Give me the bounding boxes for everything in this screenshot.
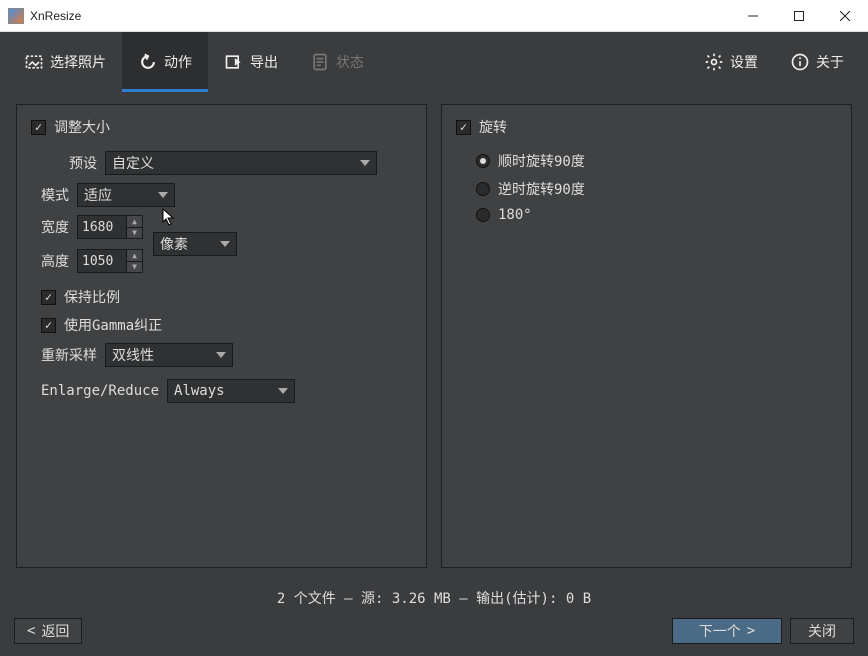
tab-label: 状态	[336, 52, 364, 72]
resize-title: 调整大小	[54, 117, 110, 137]
spin-down-icon[interactable]: ▼	[127, 228, 142, 239]
tab-label: 关于	[816, 52, 844, 72]
preset-label: 预设	[69, 153, 97, 173]
resize-checkbox[interactable]	[31, 120, 46, 135]
app-body: 选择照片 动作 导出 状态 设置 关于 调整大小	[0, 32, 868, 656]
gamma-checkbox[interactable]	[41, 318, 56, 333]
height-spinner[interactable]: ▲▼	[77, 249, 143, 273]
status-text: 2 个文件 – 源: 3.26 MB – 输出(估计): 0 B	[0, 580, 868, 614]
back-button[interactable]: < 返回	[14, 618, 82, 644]
resample-label: 重新采样	[41, 345, 97, 365]
maximize-button[interactable]	[776, 0, 822, 32]
minimize-icon	[748, 11, 758, 21]
mode-label: 模式	[41, 185, 69, 205]
tab-settings[interactable]: 设置	[688, 32, 774, 92]
mode-select[interactable]: 适应	[77, 183, 175, 207]
chevron-down-icon	[278, 388, 288, 394]
tab-label: 选择照片	[50, 52, 106, 72]
resample-select[interactable]: 双线性	[105, 343, 233, 367]
tabbar: 选择照片 动作 导出 状态 设置 关于	[0, 32, 868, 92]
chevron-down-icon	[220, 241, 230, 247]
enlarge-value: Always	[174, 383, 225, 399]
rotate-180-label: 180°	[498, 207, 532, 223]
action-icon	[138, 52, 158, 72]
tab-label: 动作	[164, 52, 192, 72]
close-button[interactable]: 关闭	[790, 618, 854, 644]
tab-select-photos[interactable]: 选择照片	[8, 32, 122, 92]
spin-up-icon[interactable]: ▲	[127, 250, 142, 262]
status-icon	[310, 52, 330, 72]
chevron-down-icon	[158, 192, 168, 198]
app-logo-icon	[8, 8, 24, 24]
rotate-ccw90-radio[interactable]	[476, 182, 490, 196]
chevron-right-icon: >	[747, 623, 755, 639]
rotate-panel: 旋转 顺时旋转90度 逆时旋转90度 180°	[441, 104, 852, 568]
resample-value: 双线性	[112, 345, 154, 365]
tab-export[interactable]: 导出	[208, 32, 294, 92]
preset-select[interactable]: 自定义	[105, 151, 377, 175]
close-window-button[interactable]	[822, 0, 868, 32]
unit-select[interactable]: 像素	[153, 232, 237, 256]
tab-label: 导出	[250, 52, 278, 72]
preset-value: 自定义	[112, 153, 154, 173]
width-spinner[interactable]: ▲▼	[77, 215, 143, 239]
width-label: 宽度	[41, 217, 69, 237]
tab-status: 状态	[294, 32, 380, 92]
rotate-cw90-label: 顺时旋转90度	[498, 151, 585, 171]
chevron-left-icon: <	[27, 623, 35, 639]
close-label: 关闭	[808, 621, 836, 641]
rotate-ccw90-label: 逆时旋转90度	[498, 179, 585, 199]
gamma-label: 使用Gamma纠正	[64, 315, 162, 335]
mode-value: 适应	[84, 185, 112, 205]
keep-ratio-label: 保持比例	[64, 287, 120, 307]
enlarge-select[interactable]: Always	[167, 379, 295, 403]
window-title: XnResize	[30, 9, 81, 23]
export-icon	[224, 52, 244, 72]
spin-down-icon[interactable]: ▼	[127, 262, 142, 273]
tab-about[interactable]: 关于	[774, 32, 860, 92]
chevron-down-icon	[216, 352, 226, 358]
next-button[interactable]: 下一个 >	[672, 618, 782, 644]
info-icon	[790, 52, 810, 72]
height-label: 高度	[41, 251, 69, 271]
width-input[interactable]	[78, 216, 126, 238]
tab-label: 设置	[730, 52, 758, 72]
maximize-icon	[794, 11, 804, 21]
gear-icon	[704, 52, 724, 72]
unit-value: 像素	[160, 234, 188, 254]
photo-icon	[24, 52, 44, 72]
chevron-down-icon	[360, 160, 370, 166]
resize-panel: 调整大小 预设 自定义 模式 适应 宽度	[16, 104, 427, 568]
rotate-checkbox[interactable]	[456, 120, 471, 135]
keep-ratio-checkbox[interactable]	[41, 290, 56, 305]
rotate-title: 旋转	[479, 117, 507, 137]
close-icon	[840, 11, 850, 21]
spin-up-icon[interactable]: ▲	[127, 216, 142, 228]
rotate-180-radio[interactable]	[476, 208, 490, 222]
minimize-button[interactable]	[730, 0, 776, 32]
back-label: 返回	[41, 621, 69, 641]
tab-action[interactable]: 动作	[122, 32, 208, 92]
content-area: 调整大小 预设 自定义 模式 适应 宽度	[0, 92, 868, 580]
titlebar: XnResize	[0, 0, 868, 32]
enlarge-label: Enlarge/Reduce	[41, 383, 159, 399]
rotate-cw90-radio[interactable]	[476, 154, 490, 168]
footer: < 返回 下一个 > 关闭	[0, 614, 868, 656]
next-label: 下一个	[699, 621, 741, 641]
height-input[interactable]	[78, 250, 126, 272]
